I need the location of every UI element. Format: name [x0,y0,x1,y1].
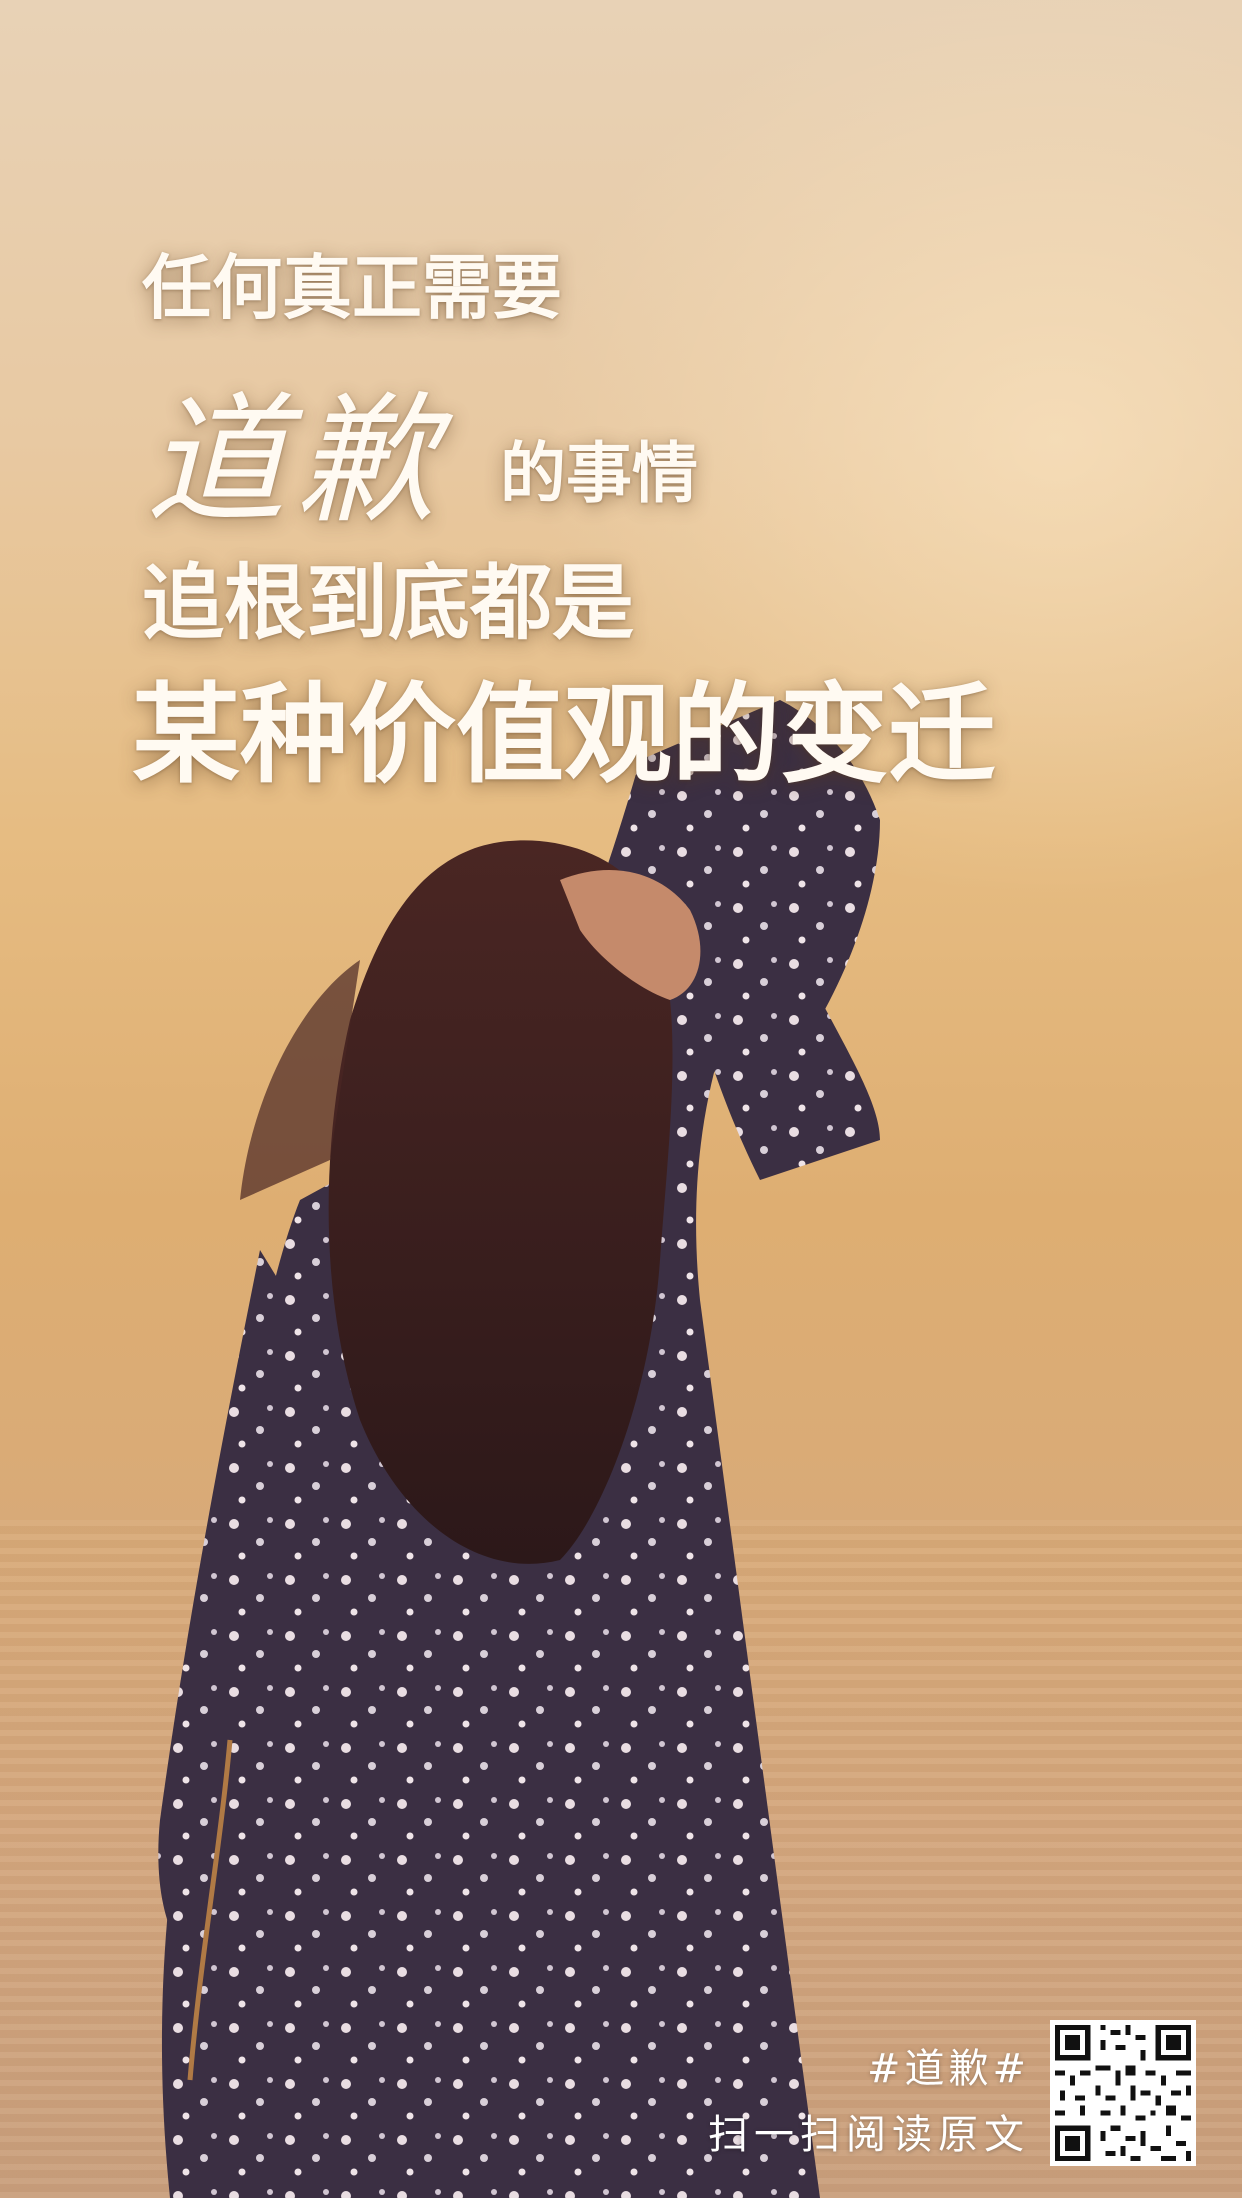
headline-line-4: 追根到底都是 [142,555,635,651]
headline-line-5: 某种价值观的变迁 [132,672,997,798]
headline-line-1: 任何真正需要 [142,246,562,329]
headline-line-3: 的事情 [500,434,698,512]
hashtag-label: #道歉# [866,2046,1030,2092]
headline-block: 任何真正需要 道歉 的事情 追根到底都是 某种价值观的变迁 [0,0,1242,800]
scan-to-read-label: 扫一扫阅读原文 [708,2112,1030,2158]
qr-code-icon[interactable] [1050,2020,1196,2166]
headline-line-2-calligraphy: 道歉 [146,380,447,543]
